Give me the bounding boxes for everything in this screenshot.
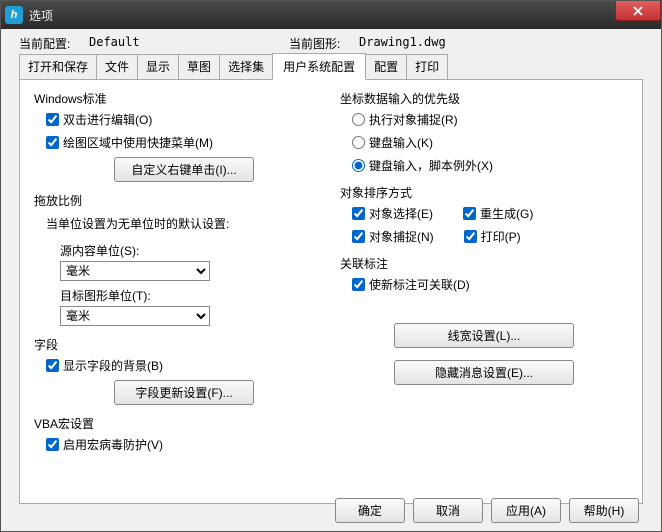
group-assoc: 关联标注 使新标注可关联(D) (340, 255, 628, 293)
chk-obj-select-label: 对象选择(E) (369, 205, 433, 222)
chk-context-input[interactable] (46, 136, 59, 149)
lineweight-button[interactable]: 线宽设置(L)... (394, 323, 574, 348)
options-window: h 选项 当前配置: Default 当前图形: Drawing1.dwg 打开… (0, 0, 662, 532)
tab-strip: 打开和保存文件显示草图选择集用户系统配置配置打印 (19, 54, 643, 80)
group-title: 字段 (34, 336, 322, 353)
group-vba: VBA宏设置 启用宏病毒防护(V) (34, 415, 322, 453)
config-label: 当前配置: (19, 35, 89, 52)
dst-unit-label: 目标图形单位(T): (60, 287, 322, 304)
chk-print-input[interactable] (464, 230, 477, 243)
tab-content: Windows标准 双击进行编辑(O) 绘图区域中使用快捷菜单(M) 自定义右键… (19, 80, 643, 504)
chk-assoc-dim[interactable]: 使新标注可关联(D) (352, 276, 628, 293)
tab-4[interactable]: 选择集 (219, 54, 273, 79)
hidden-msg-button[interactable]: 隐藏消息设置(E)... (394, 360, 574, 385)
left-column: Windows标准 双击进行编辑(O) 绘图区域中使用快捷菜单(M) 自定义右键… (34, 90, 322, 493)
radio-keyboard-except-label: 键盘输入，脚本例外(X) (369, 157, 493, 174)
custom-rightclick-button[interactable]: 自定义右键单击(I)... (114, 157, 254, 182)
chk-regen[interactable]: 重生成(G) (463, 205, 533, 222)
chk-regen-input[interactable] (463, 207, 476, 220)
chk-field-bg[interactable]: 显示字段的背景(B) (46, 357, 322, 374)
drawing-label: 当前图形: (289, 35, 359, 52)
radio-osnap-input[interactable] (352, 113, 365, 126)
chk-assoc-label: 使新标注可关联(D) (369, 276, 470, 293)
close-icon (632, 6, 644, 16)
group-title: Windows标准 (34, 90, 322, 107)
radio-keyboard-except[interactable]: 键盘输入，脚本例外(X) (352, 157, 628, 174)
drawing-value: Drawing1.dwg (359, 35, 559, 52)
tab-3[interactable]: 草图 (178, 54, 220, 79)
config-value: Default (89, 35, 289, 52)
tab-7[interactable]: 打印 (406, 54, 448, 79)
tab-6[interactable]: 配置 (365, 54, 407, 79)
help-button[interactable]: 帮助(H) (569, 498, 639, 523)
scale-desc: 当单位设置为无单位时的默认设置: (46, 215, 322, 232)
chk-context-menu[interactable]: 绘图区域中使用快捷菜单(M) (46, 134, 322, 151)
radio-osnap[interactable]: 执行对象捕捉(R) (352, 111, 628, 128)
chk-dblclick-input[interactable] (46, 113, 59, 126)
chk-dblclick-edit[interactable]: 双击进行编辑(O) (46, 111, 322, 128)
chk-print-label: 打印(P) (481, 228, 521, 245)
group-title: VBA宏设置 (34, 415, 322, 432)
chk-virus-input[interactable] (46, 438, 59, 451)
chk-virus-label: 启用宏病毒防护(V) (63, 436, 163, 453)
group-field: 字段 显示字段的背景(B) 字段更新设置(F)... (34, 336, 322, 405)
group-title: 关联标注 (340, 255, 628, 272)
radio-osnap-label: 执行对象捕捉(R) (369, 111, 458, 128)
chk-field-bg-input[interactable] (46, 359, 59, 372)
app-icon: h (5, 6, 23, 24)
tab-1[interactable]: 文件 (96, 54, 138, 79)
group-sort: 对象排序方式 对象选择(E) 重生成(G) 对象捕捉(N) 打印(P) (340, 184, 628, 245)
titlebar[interactable]: h 选项 (1, 1, 661, 29)
group-windows-std: Windows标准 双击进行编辑(O) 绘图区域中使用快捷菜单(M) 自定义右键… (34, 90, 322, 182)
apply-button[interactable]: 应用(A) (491, 498, 561, 523)
chk-regen-label: 重生成(G) (480, 205, 533, 222)
radio-keyboard-label: 键盘输入(K) (369, 134, 433, 151)
radio-keyboard[interactable]: 键盘输入(K) (352, 134, 628, 151)
chk-field-bg-label: 显示字段的背景(B) (63, 357, 163, 374)
dst-unit-select[interactable]: 毫米 (60, 306, 210, 326)
src-unit-label: 源内容单位(S): (60, 242, 322, 259)
group-title: 对象排序方式 (340, 184, 628, 201)
radio-keyboard-input[interactable] (352, 136, 365, 149)
header-row: 当前配置: Default 当前图形: Drawing1.dwg (1, 29, 661, 54)
ok-button[interactable]: 确定 (335, 498, 405, 523)
cancel-button[interactable]: 取消 (413, 498, 483, 523)
close-button[interactable] (615, 1, 661, 21)
tab-0[interactable]: 打开和保存 (19, 54, 97, 79)
chk-obj-select[interactable]: 对象选择(E) (352, 205, 433, 222)
chk-context-label: 绘图区域中使用快捷菜单(M) (63, 134, 213, 151)
chk-assoc-input[interactable] (352, 278, 365, 291)
group-priority: 坐标数据输入的优先级 执行对象捕捉(R) 键盘输入(K) 键盘输入，脚本例外(X… (340, 90, 628, 174)
group-title: 拖放比例 (34, 192, 322, 209)
tab-5[interactable]: 用户系统配置 (272, 53, 366, 80)
chk-osnap[interactable]: 对象捕捉(N) (352, 228, 434, 245)
chk-virus[interactable]: 启用宏病毒防护(V) (46, 436, 322, 453)
radio-keyboard-except-input[interactable] (352, 159, 365, 172)
group-title: 坐标数据输入的优先级 (340, 90, 628, 107)
right-column: 坐标数据输入的优先级 执行对象捕捉(R) 键盘输入(K) 键盘输入，脚本例外(X… (340, 90, 628, 493)
field-update-button[interactable]: 字段更新设置(F)... (114, 380, 254, 405)
chk-osnap-input[interactable] (352, 230, 365, 243)
window-title: 选项 (29, 7, 53, 24)
group-scale: 拖放比例 当单位设置为无单位时的默认设置: 源内容单位(S): 毫米 目标图形单… (34, 192, 322, 326)
chk-osnap-label: 对象捕捉(N) (369, 228, 434, 245)
chk-print[interactable]: 打印(P) (464, 228, 521, 245)
src-unit-select[interactable]: 毫米 (60, 261, 210, 281)
chk-dblclick-label: 双击进行编辑(O) (63, 111, 152, 128)
chk-obj-select-input[interactable] (352, 207, 365, 220)
footer-buttons: 确定 取消 应用(A) 帮助(H) (335, 498, 639, 523)
tab-2[interactable]: 显示 (137, 54, 179, 79)
